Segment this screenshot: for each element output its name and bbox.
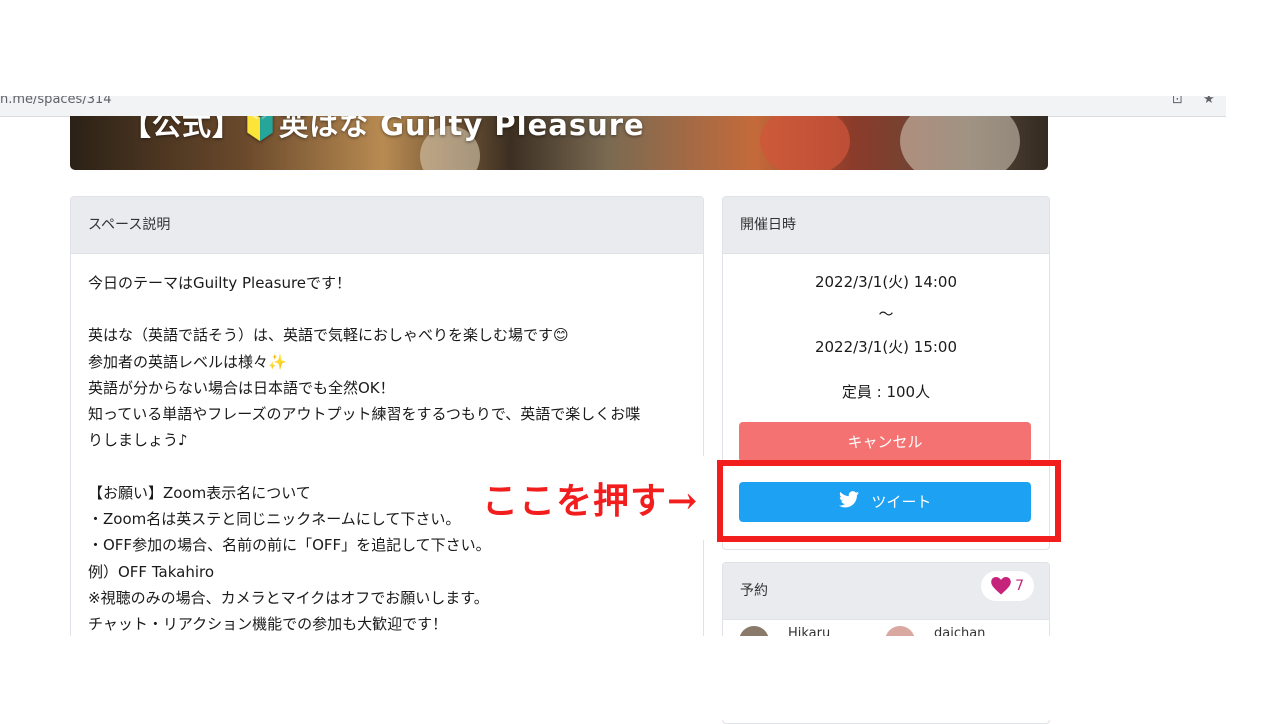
description-line: りしましょう♪	[88, 431, 188, 450]
space-title: 【公式】🔰英はな Guilty Pleasure	[122, 116, 645, 142]
hero-photo-detail	[760, 116, 850, 170]
schedule-header: 開催日時	[723, 197, 1049, 254]
top-blank-area	[0, 0, 1280, 96]
description-line: 例）OFF Takahiro	[88, 562, 215, 581]
description-line: 知っている単語やフレーズのアウトプット練習をするつもりで、英語で楽しくお喋	[88, 405, 641, 424]
description-line: 参加者の英語レベルは様々✨	[88, 352, 287, 371]
start-datetime: 2022/3/1(火) 14:00	[814, 273, 958, 291]
annotation-highlight-box	[717, 460, 1061, 542]
cancel-button-label: キャンセル	[847, 433, 923, 451]
capacity-text: 定員 : 100人	[841, 383, 931, 401]
hero-photo-detail	[900, 116, 1020, 170]
reservation-title: 予約	[740, 583, 768, 599]
description-line: 英はな（英語で話そう）は、英語で気軽におしゃべりを楽しむ場です😊	[88, 326, 569, 345]
description-header: スペース説明	[71, 197, 703, 254]
annotation-text: ここを押す→	[482, 480, 699, 522]
date-separator: 〜	[878, 305, 894, 323]
like-button[interactable]: 7	[981, 571, 1034, 601]
end-datetime: 2022/3/1(火) 15:00	[814, 338, 958, 356]
bottom-blank-area	[0, 636, 1280, 720]
description-line: 今日のテーマはGuilty Pleasureです！	[88, 274, 352, 292]
reservation-header: 予約 7	[723, 563, 1049, 620]
description-line: チャット・リアクション機能での参加も大歓迎です！	[88, 615, 448, 634]
space-hero-banner: 【公式】🔰英はな Guilty Pleasure	[70, 116, 1048, 170]
description-line: ※視聴のみの場合、カメラとマイクはオフでお願いします。	[88, 588, 489, 607]
heart-icon	[991, 577, 1011, 595]
cancel-button[interactable]: キャンセル	[739, 422, 1031, 462]
description-line: 英語が分からない場合は日本語でも全然OK！	[88, 378, 395, 397]
description-body: 今日のテーマはGuilty Pleasureです！ 英はな（英語で話そう）は、英…	[71, 254, 703, 654]
browser-url-bar[interactable]: n.me/spaces/314 ⊡ ★	[0, 92, 1226, 117]
like-count: 7	[1015, 578, 1024, 594]
